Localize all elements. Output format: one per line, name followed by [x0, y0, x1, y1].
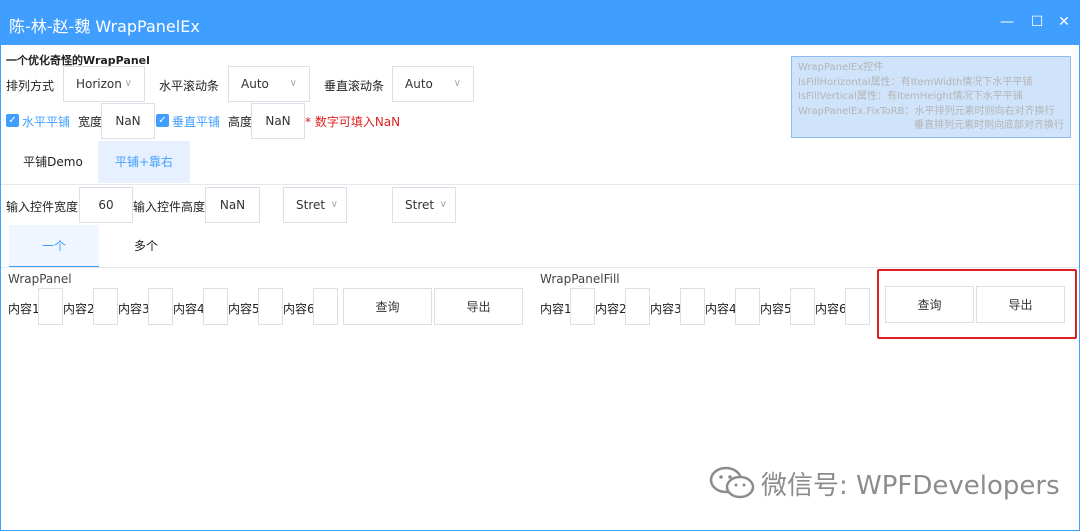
input-width-label: 输入控件宽度 [6, 200, 79, 214]
content-label: 内容1 [8, 302, 40, 316]
tab-single[interactable]: 一个 [9, 225, 99, 267]
tab-multiple[interactable]: 多个 [101, 225, 191, 267]
watermark-text: 微信号: WPFDevelopers [761, 471, 1060, 501]
content-label: 内容5 [760, 302, 792, 316]
vscroll-label: 垂直滚动条 [324, 79, 385, 93]
height-field[interactable]: NaN [251, 103, 305, 139]
content-field[interactable] [735, 288, 760, 325]
hscroll-label: 水平滚动条 [159, 79, 220, 93]
hfill-label[interactable]: 水平平铺 [22, 113, 70, 130]
content-field[interactable] [625, 288, 650, 325]
content-field[interactable] [313, 288, 338, 325]
width-label: 宽度 [78, 115, 103, 129]
subtab-divider [1, 267, 1079, 268]
content-label: 内容3 [118, 302, 150, 316]
minimize-icon[interactable]: — [996, 11, 1018, 33]
content-field[interactable] [258, 288, 283, 325]
info-line: 垂直排列元素时则向底部对齐换行 [914, 120, 1064, 131]
hfill-checkbox[interactable]: ✓ [6, 114, 19, 127]
content-label: 内容2 [595, 302, 627, 316]
input-height-field[interactable]: NaN [205, 187, 260, 223]
highlight-box [877, 269, 1077, 339]
content-field[interactable] [680, 288, 705, 325]
content-field[interactable] [148, 288, 173, 325]
content-field[interactable] [203, 288, 228, 325]
chevron-down-icon: ∨ [289, 78, 297, 89]
info-line: IsFillVertical属性：有ItemHeight情况下水平平铺 [798, 91, 1023, 102]
content-label: 内容4 [173, 302, 205, 316]
window-title: 陈-林-赵-魏 WrapPanelEx [9, 17, 200, 36]
chevron-down-icon: ∨ [330, 199, 338, 210]
nan-hint: * 数字可填入NaN [305, 115, 401, 129]
height-label: 高度 [228, 115, 253, 129]
chevron-down-icon: ∨ [453, 78, 461, 89]
tab-tile-demo[interactable]: 平铺Demo [9, 141, 97, 183]
tab-tile-right[interactable]: 平铺+靠右 [98, 141, 190, 183]
content-label: 内容1 [540, 302, 572, 316]
vscroll-value: Auto [405, 77, 433, 91]
info-line: WrapPanelEx.FixToRB：水平排列元素时则向右对齐换行 [798, 105, 1055, 117]
export-button[interactable]: 导出 [434, 288, 523, 325]
valign-value: Stret [405, 198, 435, 212]
chevron-down-icon: ∨ [124, 78, 132, 89]
halign-combo[interactable]: Stret ∨ [283, 187, 347, 223]
info-panel: WrapPanelEx控件 IsFillHorizontal属性：有ItemWi… [791, 56, 1071, 138]
title-bar: 陈-林-赵-魏 WrapPanelEx — ☐ ✕ [1, 1, 1079, 45]
arrange-value: Horizon [76, 77, 122, 91]
valign-combo[interactable]: Stret ∨ [392, 187, 456, 223]
content-label: 内容6 [815, 302, 847, 316]
input-width-field[interactable]: 60 [79, 187, 133, 223]
content-label: 内容3 [650, 302, 682, 316]
wrappanelfill-title: WrapPanelFill [540, 272, 620, 286]
vfill-label[interactable]: 垂直平铺 [172, 113, 220, 130]
width-field[interactable]: NaN [101, 103, 155, 139]
tab-divider [1, 184, 1079, 185]
content-field[interactable] [845, 288, 870, 325]
content-label: 内容5 [228, 302, 260, 316]
vscroll-combo[interactable]: Auto ∨ [392, 66, 474, 102]
hscroll-combo[interactable]: Auto ∨ [228, 66, 310, 102]
content-field[interactable] [38, 288, 63, 325]
close-icon[interactable]: ✕ [1053, 11, 1075, 33]
content-field[interactable] [570, 288, 595, 325]
chevron-down-icon: ∨ [439, 199, 447, 210]
content-field[interactable] [93, 288, 118, 325]
arrange-label: 排列方式 [6, 79, 55, 93]
wechat-icon [709, 466, 755, 499]
arrange-combo[interactable]: Horizon ∨ [63, 66, 145, 102]
info-line: WrapPanelEx控件 [798, 62, 884, 73]
info-line: IsFillHorizontal属性：有ItemWidth情况下水平平铺 [798, 76, 1033, 88]
hscroll-value: Auto [241, 77, 269, 91]
wrappanel-title: WrapPanel [8, 272, 72, 286]
app-window: 陈-林-赵-魏 WrapPanelEx — ☐ ✕ 一个优化奇怪的WrapPan… [0, 0, 1080, 531]
content-label: 内容4 [705, 302, 737, 316]
content-label: 内容2 [63, 302, 95, 316]
query-button[interactable]: 查询 [343, 288, 432, 325]
content-label: 内容6 [283, 302, 315, 316]
halign-value: Stret [296, 198, 326, 212]
maximize-icon[interactable]: ☐ [1026, 11, 1048, 33]
input-height-label: 输入控件高度 [133, 200, 206, 214]
vfill-checkbox[interactable]: ✓ [156, 114, 169, 127]
content-field[interactable] [790, 288, 815, 325]
